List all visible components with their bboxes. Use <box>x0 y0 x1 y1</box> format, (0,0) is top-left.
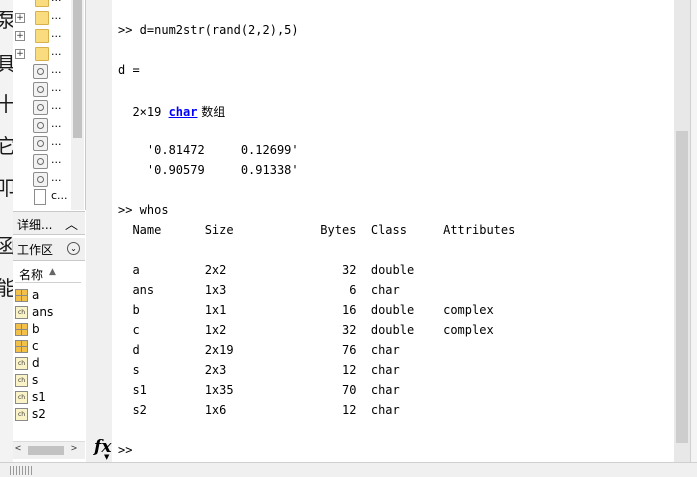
matrix-icon <box>15 340 28 353</box>
chevron-down-icon[interactable]: ▼ <box>104 453 109 461</box>
workspace-title: 工作区 <box>17 243 54 257</box>
workspace-variable-row[interactable]: ch d <box>13 356 85 373</box>
array-size-text: 2×19 <box>118 105 169 119</box>
variable-name: c <box>32 339 39 353</box>
background-glyph: 具 <box>0 52 13 76</box>
figure-file-icon <box>33 118 48 133</box>
background-glyph: 泵 <box>0 8 13 32</box>
char-help-link[interactable]: char <box>169 105 198 119</box>
tree-item-label: ... <box>51 9 62 22</box>
tree-item-label: c... <box>51 189 68 202</box>
figure-file-icon <box>33 172 48 187</box>
matrix-icon <box>15 323 28 336</box>
status-bar <box>0 462 697 477</box>
tree-item-label: ... <box>51 63 62 76</box>
background-glyph: 能 <box>0 276 13 300</box>
array-type-text: 数组 <box>197 105 226 119</box>
variable-name: ans <box>32 305 54 319</box>
workspace-variable-row[interactable]: ch s1 <box>13 390 85 407</box>
whos-row: s1 1x35 70 char <box>118 383 400 397</box>
folder-icon <box>35 47 49 61</box>
char-icon: ch <box>15 306 28 319</box>
column-header-name[interactable]: 名称 ▲ <box>15 264 81 283</box>
background-glyph: 十 <box>0 92 13 116</box>
variable-name: d <box>32 356 40 370</box>
background-glyph: 叩 <box>0 176 13 200</box>
folder-icon <box>35 11 49 25</box>
expand-icon[interactable]: + <box>15 49 25 59</box>
variable-name: s2 <box>32 407 46 421</box>
workspace-variable-row[interactable]: c <box>13 339 85 356</box>
workspace-variable-row[interactable]: ch s <box>13 373 85 390</box>
workspace-variable-row[interactable]: ch s2 <box>13 407 85 424</box>
whos-row: b 1x1 16 double complex <box>118 303 494 317</box>
whos-row: s 2x3 12 char <box>118 363 400 377</box>
scrollbar-thumb[interactable] <box>676 131 688 443</box>
workspace-variable-row[interactable]: b <box>13 322 85 339</box>
folder-icon <box>35 29 49 43</box>
background-glyph: 它 <box>0 134 13 158</box>
scroll-left-icon[interactable]: < <box>15 443 21 454</box>
expand-icon[interactable]: + <box>15 13 25 23</box>
figure-file-icon <box>33 136 48 151</box>
right-panel-edge <box>690 0 697 476</box>
workspace-menu-icon[interactable]: ⌄ <box>67 242 80 255</box>
figure-file-icon <box>33 82 48 97</box>
tree-item-label: ... <box>51 117 62 130</box>
char-icon: ch <box>15 374 28 387</box>
figure-file-icon <box>33 100 48 115</box>
sort-ascending-icon: ▲ <box>49 267 56 277</box>
document-icon <box>34 189 46 205</box>
background-glyph: 函 <box>0 234 13 258</box>
tree-item-label: ... <box>51 45 62 58</box>
chevron-up-icon[interactable]: ︿ <box>65 214 78 233</box>
whos-row: c 1x2 32 double complex <box>118 323 494 337</box>
variable-name: a <box>32 288 40 302</box>
char-icon: ch <box>15 408 28 421</box>
whos-row: a 2x2 32 double <box>118 263 415 277</box>
folder-icon <box>35 0 49 7</box>
scrollbar-thumb[interactable] <box>28 446 64 455</box>
tree-item-label: ... <box>51 0 62 4</box>
workspace-table[interactable]: 名称 ▲ a ch ans b c ch d ch s ch s1 ch s2 <box>13 261 85 441</box>
variable-name: s <box>32 373 39 387</box>
command-line: >> d=num2str(rand(2,2),5) <box>118 23 299 37</box>
resize-grip[interactable] <box>10 466 32 475</box>
whos-header: Name Size Bytes Class Attributes <box>118 223 516 237</box>
command-window-gutter <box>86 0 112 462</box>
figure-file-icon <box>33 154 48 169</box>
workspace-horizontal-scrollbar[interactable]: < > <box>13 441 85 459</box>
char-icon: ch <box>15 391 28 404</box>
whos-row: ans 1x3 6 char <box>118 283 400 297</box>
details-label: 详细... <box>17 218 53 232</box>
workspace-variable-row[interactable]: a <box>13 288 85 305</box>
matrix-icon <box>15 289 28 302</box>
background-window-edge: 泵 具 十 它 叩 函 能 <box>0 0 13 476</box>
tree-item-label: ... <box>51 171 62 184</box>
variable-name: b <box>32 322 40 336</box>
scroll-right-icon[interactable]: > <box>71 443 77 454</box>
command-prompt[interactable]: >> <box>118 443 132 457</box>
tree-item-label: ... <box>51 81 62 94</box>
details-panel-bar[interactable]: 详细... ︿ <box>13 211 85 235</box>
whos-row: s2 1x6 12 char <box>118 403 400 417</box>
workspace-variable-row[interactable]: ch ans <box>13 305 85 322</box>
expand-icon[interactable]: + <box>15 31 25 41</box>
tree-item-label: ... <box>51 99 62 112</box>
command-line: >> whos <box>118 203 169 217</box>
output-line: '0.81472 0.12699' <box>118 143 299 157</box>
output-line-array-info: 2×19 char 数组 <box>118 103 225 120</box>
tree-scrollbar-thumb[interactable] <box>73 0 82 138</box>
tree-item-label: ... <box>51 153 62 166</box>
output-line: d = <box>118 63 140 77</box>
variable-name: s1 <box>32 390 46 404</box>
workspace-header: 工作区 ⌄ <box>13 238 85 261</box>
figure-file-icon <box>33 64 48 79</box>
output-line: '0.90579 0.91338' <box>118 163 299 177</box>
tree-item-label: ... <box>51 135 62 148</box>
whos-row: d 2x19 76 char <box>118 343 400 357</box>
column-header-label: 名称 <box>19 268 44 282</box>
tree-item-label: ... <box>51 27 62 40</box>
char-icon: ch <box>15 357 28 370</box>
